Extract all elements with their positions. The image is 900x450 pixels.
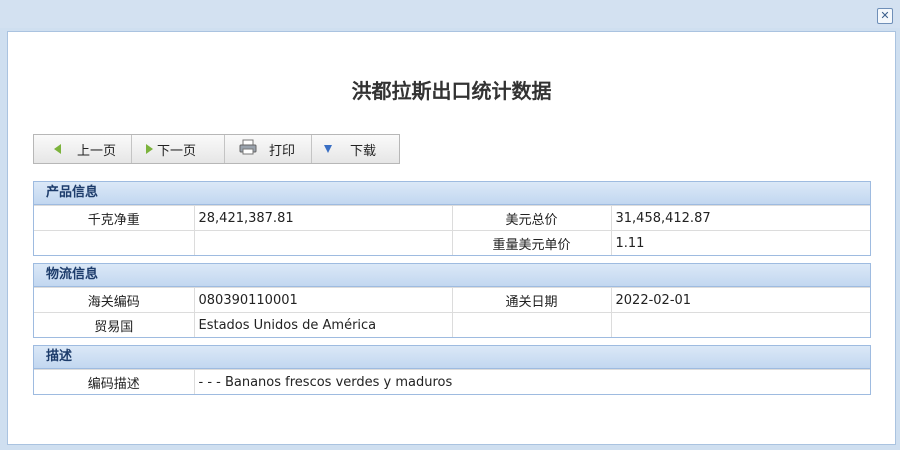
- logistics-info-header: 物流信息: [34, 264, 870, 287]
- download-label: 下载: [350, 143, 377, 159]
- arrow-right-icon: [146, 144, 153, 154]
- unit-price-label: 重量美元单价: [451, 230, 612, 255]
- product-info-section: 产品信息 千克净重 28,421,387.81 美元总价 31,458,412.…: [33, 181, 871, 256]
- net-weight-value: 28,421,387.81: [193, 205, 453, 231]
- empty-cell: [451, 312, 612, 337]
- logistics-info-table: 海关编码 080390110001 通关日期 2022-02-01 贸易国 Es…: [34, 287, 870, 337]
- trade-country-label: 贸易国: [34, 312, 195, 337]
- prev-page-label: 上一页: [77, 143, 117, 159]
- window-titlebar: ✕: [0, 0, 900, 28]
- usd-total-label: 美元总价: [451, 205, 612, 231]
- logistics-info-section: 物流信息 海关编码 080390110001 通关日期 2022-02-01 贸…: [33, 263, 871, 338]
- table-row: 编码描述 - - - Bananos frescos verdes y madu…: [34, 369, 870, 394]
- page-title: 洪都拉斯出口统计数据: [351, 79, 552, 103]
- product-info-header: 产品信息: [34, 182, 870, 205]
- table-row: 贸易国 Estados Unidos de América: [34, 312, 870, 337]
- close-icon[interactable]: ✕: [877, 8, 893, 24]
- detail-panel: 洪都拉斯出口统计数据 上一页 下一页 打印 下载 产品信息 千克净重 28,42…: [7, 31, 896, 445]
- empty-cell: [610, 312, 870, 337]
- usd-total-value: 31,458,412.87: [610, 205, 870, 231]
- product-info-table: 千克净重 28,421,387.81 美元总价 31,458,412.87 重量…: [34, 205, 870, 255]
- unit-price-value: 1.11: [610, 230, 870, 255]
- toolbar: 上一页 下一页 打印 下载: [33, 134, 400, 164]
- code-desc-value: - - - Bananos frescos verdes y maduros: [193, 369, 870, 394]
- description-table: 编码描述 - - - Bananos frescos verdes y madu…: [34, 369, 870, 394]
- download-button[interactable]: 下载: [312, 135, 399, 163]
- arrow-down-icon: [324, 145, 332, 153]
- clearance-date-label: 通关日期: [451, 287, 612, 313]
- prev-page-button[interactable]: 上一页: [34, 135, 132, 163]
- table-row: 重量美元单价 1.11: [34, 230, 870, 255]
- description-section: 描述 编码描述 - - - Bananos frescos verdes y m…: [33, 345, 871, 395]
- table-row: 千克净重 28,421,387.81 美元总价 31,458,412.87: [34, 205, 870, 231]
- net-weight-label: 千克净重: [34, 205, 195, 231]
- next-page-label: 下一页: [157, 143, 197, 159]
- hs-code-label: 海关编码: [34, 287, 195, 313]
- printer-icon: [239, 139, 257, 159]
- print-label: 打印: [269, 143, 296, 159]
- empty-cell: [34, 230, 195, 255]
- next-page-button[interactable]: 下一页: [132, 135, 225, 163]
- description-header: 描述: [34, 346, 870, 369]
- table-row: 海关编码 080390110001 通关日期 2022-02-01: [34, 287, 870, 313]
- empty-cell: [193, 230, 453, 255]
- clearance-date-value: 2022-02-01: [610, 287, 870, 313]
- code-desc-label: 编码描述: [34, 369, 195, 394]
- trade-country-value: Estados Unidos de América: [193, 312, 453, 337]
- arrow-left-icon: [54, 144, 61, 154]
- hs-code-value: 080390110001: [193, 287, 453, 313]
- print-button[interactable]: 打印: [225, 135, 312, 163]
